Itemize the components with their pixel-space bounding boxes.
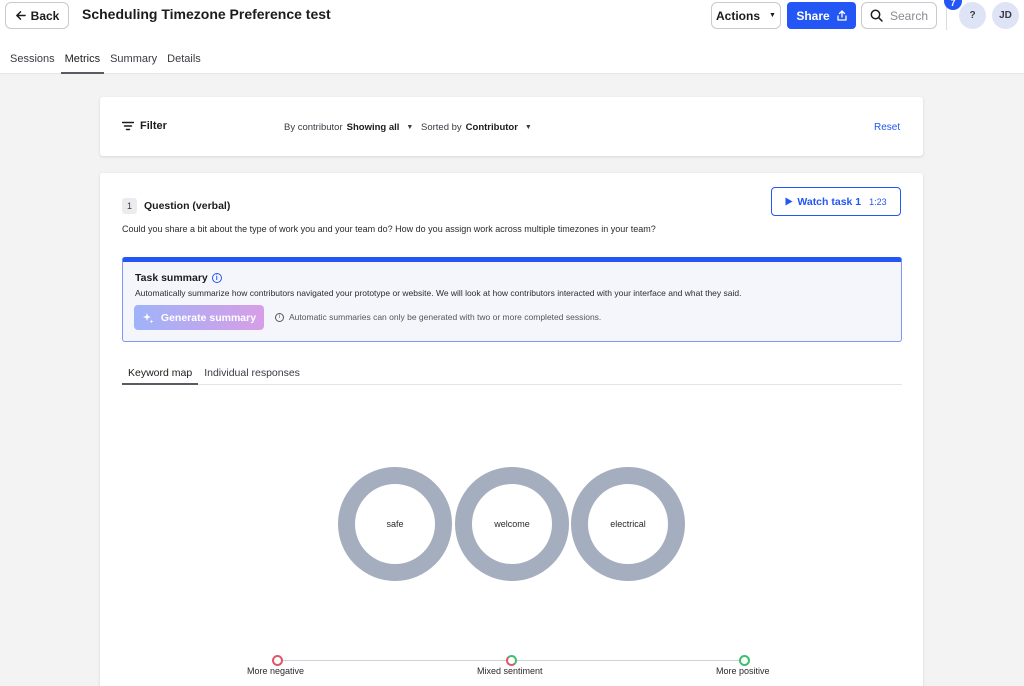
filter-icon (122, 121, 134, 131)
question-title: Question (verbal) (144, 200, 231, 212)
user-avatar[interactable]: JD (992, 2, 1019, 29)
keyword-bubble[interactable]: welcome (455, 467, 569, 581)
page-tabs: Sessions Metrics Summary Details (0, 50, 207, 74)
search-input[interactable]: Search (861, 2, 937, 29)
info-icon[interactable]: i (211, 273, 222, 283)
sparkle-icon (142, 312, 154, 323)
back-label: Back (30, 8, 60, 23)
sort-dropdown[interactable]: Sorted by Contributor ▼ (421, 122, 532, 133)
watch-task-duration: 1:23 (869, 196, 887, 207)
back-button[interactable]: Back (5, 2, 69, 29)
sort-prefix: Sorted by (421, 122, 462, 133)
share-label: Share (796, 8, 830, 23)
tab-summary[interactable]: Summary (106, 50, 161, 74)
reset-link[interactable]: Reset (874, 122, 900, 133)
response-view-tabs: Keyword map Individual responses (122, 361, 902, 385)
mixed-sentiment-label: Mixed sentiment (477, 666, 543, 676)
generate-summary-note-text: Automatic summaries can only be generate… (289, 312, 602, 322)
question-number: 1 (122, 198, 137, 214)
keyword-label: safe (386, 519, 404, 529)
search-placeholder: Search (890, 8, 929, 23)
filter-label: Filter (140, 120, 167, 132)
generate-summary-note: i Automatic summaries can only be genera… (275, 312, 601, 322)
task-summary-description: Automatically summarize how contributors… (135, 288, 742, 298)
info-icon: i (275, 312, 284, 322)
arrow-left-icon (15, 11, 26, 20)
filter-card: Filter By contributor Showing all ▼ Sort… (100, 97, 923, 156)
task-summary-title: Task summary (135, 272, 208, 284)
generate-summary-button[interactable]: Generate summary (134, 305, 264, 330)
keyword-label: welcome (494, 519, 530, 529)
app-header: Back Scheduling Timezone Preference test… (0, 0, 1024, 74)
keyword-label: electrical (610, 519, 646, 529)
task-summary-panel: Task summary i Automatically summarize h… (122, 257, 902, 342)
tab-metrics[interactable]: Metrics (60, 50, 105, 74)
actions-label: Actions (716, 8, 761, 23)
page-title: Scheduling Timezone Preference test (82, 6, 331, 22)
watch-task-button[interactable]: Watch task 1 1:23 (771, 187, 901, 216)
tab-sessions[interactable]: Sessions (0, 50, 59, 74)
contributor-filter-dropdown[interactable]: By contributor Showing all ▼ (284, 122, 413, 133)
task-summary-heading: Task summary i (135, 272, 222, 284)
sort-value: Contributor (465, 122, 518, 133)
tab-keyword-map[interactable]: Keyword map (122, 361, 199, 385)
share-button[interactable]: Share (787, 2, 856, 29)
contributor-filter-value: Showing all (346, 122, 400, 133)
negative-sentiment-marker (272, 655, 283, 666)
search-icon (870, 9, 883, 22)
contributor-filter-prefix: By contributor (284, 122, 343, 133)
generate-summary-label: Generate summary (160, 311, 257, 324)
caret-down-icon: ▼ (769, 12, 776, 19)
keyword-bubble[interactable]: electrical (571, 467, 685, 581)
caret-down-icon: ▼ (524, 124, 532, 131)
share-icon (837, 10, 847, 21)
caret-down-icon: ▼ (406, 124, 414, 131)
keyword-bubble[interactable]: safe (338, 467, 452, 581)
question-text: Could you share a bit about the type of … (122, 224, 656, 234)
play-icon (785, 197, 793, 206)
filter-button[interactable]: Filter (122, 120, 167, 132)
positive-sentiment-marker (739, 655, 750, 666)
tab-individual-responses[interactable]: Individual responses (198, 361, 306, 385)
negative-sentiment-label: More negative (247, 666, 305, 676)
question-card: 1 Question (verbal) Could you share a bi… (100, 173, 923, 686)
help-button[interactable]: ? (959, 2, 986, 29)
positive-sentiment-label: More positive (716, 666, 770, 676)
actions-button[interactable]: Actions ▼ (711, 2, 781, 29)
mixed-sentiment-marker (506, 655, 517, 666)
watch-task-label: Watch task 1 (797, 195, 862, 208)
tab-details[interactable]: Details (163, 50, 205, 74)
